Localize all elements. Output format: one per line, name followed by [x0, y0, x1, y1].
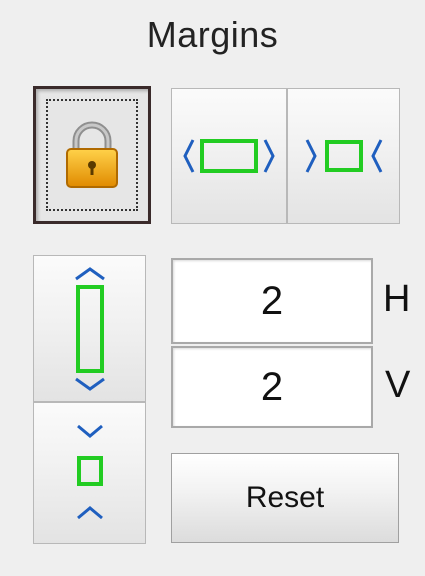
shrink-horizontal-icon	[305, 139, 382, 173]
panel-title: Margins	[146, 14, 279, 55]
focus-rectangle	[46, 99, 138, 211]
expand-horizontal-icon	[183, 139, 275, 173]
vertical-margin-input[interactable]: 2	[171, 346, 373, 428]
margins-panel: Margins 2 H 2 V Reset	[0, 0, 425, 576]
reset-button[interactable]: Reset	[171, 453, 399, 543]
lock-toggle-button[interactable]	[33, 86, 151, 224]
grow-vertical-button[interactable]	[33, 255, 146, 402]
shrink-horizontal-button[interactable]	[287, 88, 400, 224]
grow-horizontal-button[interactable]	[171, 88, 287, 224]
horizontal-label: H	[383, 278, 411, 320]
expand-vertical-icon	[74, 266, 105, 391]
shrink-vertical-icon	[76, 424, 103, 520]
horizontal-margin-input[interactable]: 2	[171, 258, 373, 344]
vertical-label: V	[385, 364, 411, 406]
shrink-vertical-button[interactable]	[33, 402, 146, 544]
